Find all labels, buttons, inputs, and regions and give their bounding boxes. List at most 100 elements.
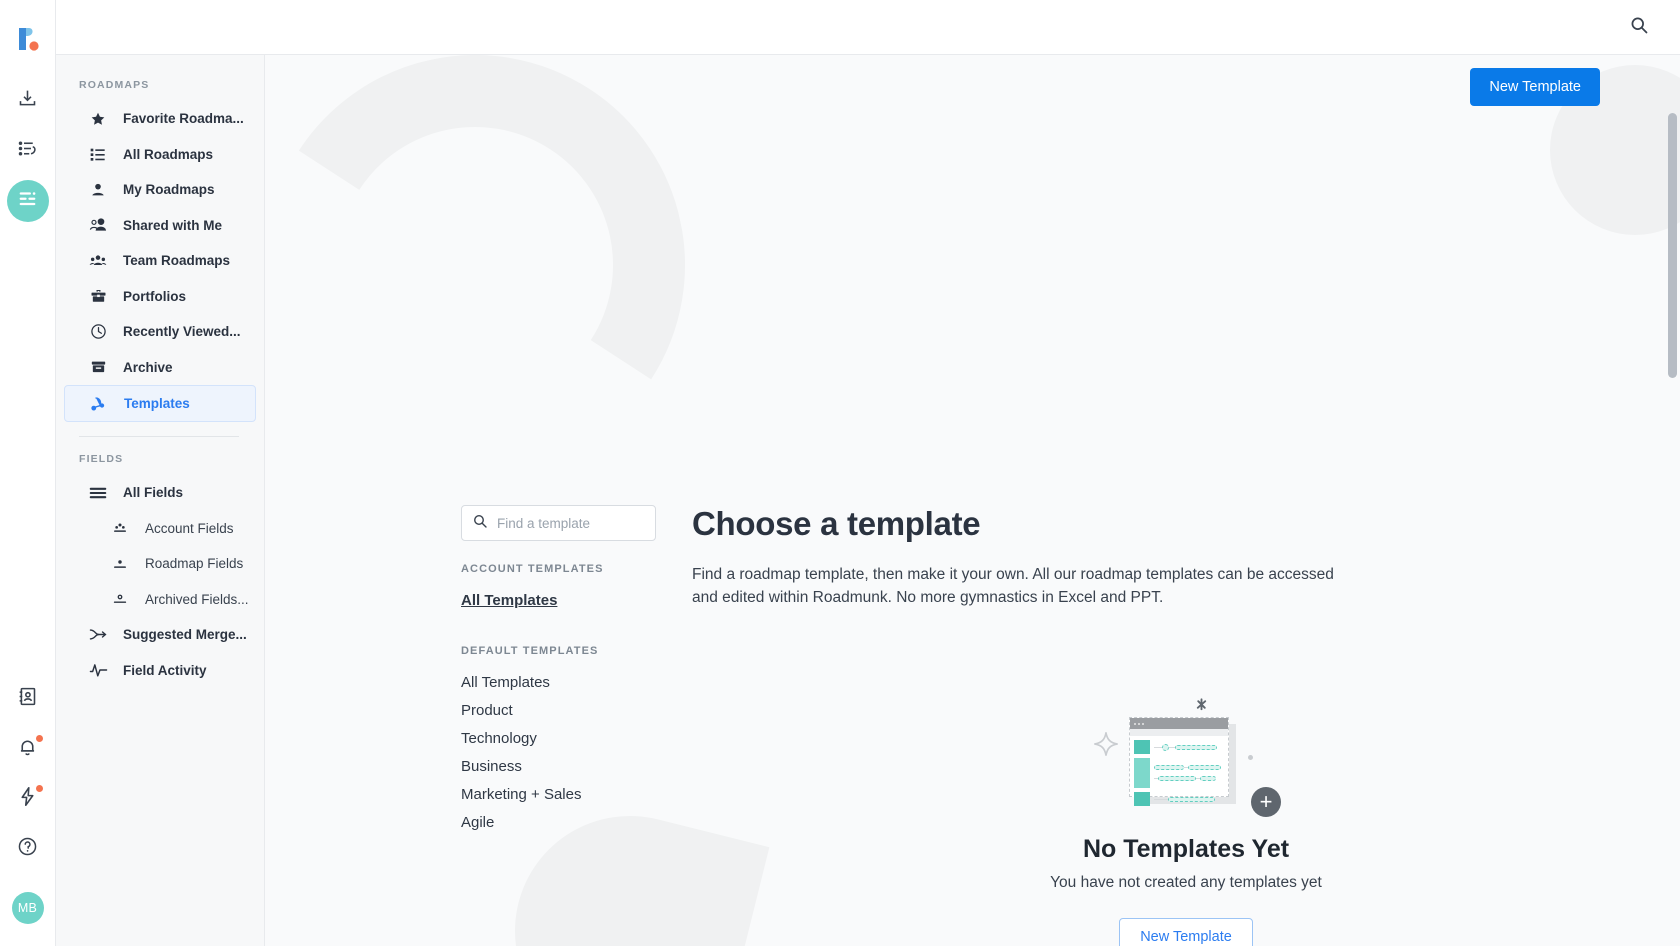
templates-content: ACCOUNT TEMPLATES All Templates DEFAULT … [265,475,1680,946]
illustration-pill [1162,743,1169,751]
sidebar-item-label: Suggested Merge... [123,627,247,643]
sidebar-item-recently-viewed[interactable]: Recently Viewed... [64,314,256,350]
illustration-line [1154,798,1168,800]
illustration-pill [1175,744,1217,750]
sparkle-star-icon [1093,731,1119,762]
sidebar-item-label: Team Roadmaps [123,253,231,269]
roadmunk-logo-icon[interactable] [13,24,43,54]
illustration-swatch [1134,740,1150,754]
sidebar-item-all-roadmaps[interactable]: All Roadmaps [64,137,256,173]
sidebar-item-label: Recently Viewed... [123,324,241,340]
all-fields-lines-icon [87,484,109,502]
main-scrollbar-thumb[interactable] [1668,113,1677,378]
sidebar-item-label: Roadmap Fields [145,556,244,572]
sidebar-item-shared-with-me[interactable]: Shared with Me [64,208,256,244]
sidebar-item-suggested-merges[interactable]: Suggested Merge... [64,617,256,653]
default-template-business[interactable]: Business [461,753,691,781]
empty-state-heading: No Templates Yet [1082,835,1290,863]
sidebar-item-account-fields[interactable]: Account Fields [64,511,256,547]
illustration-pill [1158,776,1196,781]
avatar[interactable]: MB [11,892,44,924]
category-gap [461,615,691,645]
account-templates-heading: ACCOUNT TEMPLATES [461,563,604,575]
sidebar-item-label: Account Fields [145,520,234,536]
page-description: Find a roadmap template, then make it yo… [692,566,1334,606]
sidebar-item-archive[interactable]: Archive [64,350,256,386]
default-template-technology[interactable]: Technology [461,725,691,753]
sidebar-nav: ROADMAPS Favorite Roadma... All Roadmaps [56,55,265,946]
sidebar-item-label: All Fields [123,485,184,501]
search-icon [472,513,488,534]
rail-item-import[interactable] [7,80,49,122]
illustration-pill [1200,776,1216,781]
roadmap-fields-icon [109,555,131,573]
default-template-all-templates[interactable]: All Templates [461,669,691,697]
whats-new-badge-dot [35,785,43,792]
rail-item-roadmaps[interactable] [6,180,49,222]
search-template-box[interactable] [461,505,656,541]
activity-pulse-icon [87,661,109,679]
default-template-product[interactable]: Product [461,697,691,725]
illustration-row [1134,740,1228,754]
sidebar-item-templates[interactable]: Templates [64,385,256,422]
sidebar-item-label: Archived Fields... [145,591,249,607]
empty-state-new-template-button[interactable]: New Template [1119,918,1253,946]
rail-item-feedback[interactable] [7,130,49,172]
sparkle-small-icon [1194,697,1209,717]
sidebar-item-label: Portfolios [123,288,186,304]
rail-item-whats-new[interactable] [7,778,49,820]
account-template-all[interactable]: All Templates [461,587,691,615]
main-scrollbar-track[interactable] [1668,113,1677,946]
default-template-agile[interactable]: Agile [461,809,691,837]
team-icon [87,252,109,270]
page-title: Choose a template [692,505,981,542]
import-icon [17,88,38,114]
illustration-pill [1188,765,1221,770]
left-icon-rail: MB [0,0,56,946]
decorative-dot [1248,755,1253,760]
sidebar-item-field-activity[interactable]: Field Activity [64,653,256,689]
search-input[interactable] [497,515,647,531]
sidebar-item-roadmap-fields[interactable]: Roadmap Fields [64,546,256,582]
feedback-list-icon [17,138,38,164]
sidebar-item-archived-fields[interactable]: Archived Fields... [64,582,256,618]
illustration-row [1134,792,1228,806]
sidebar-item-portfolios[interactable]: Portfolios [64,279,256,315]
app-root: MB ROADMAPS Favorite Roadma... All Roadm… [0,0,1680,946]
sidebar-item-team-roadmaps[interactable]: Team Roadmaps [64,243,256,279]
sidebar-item-label: Archive [123,359,173,375]
sidebar-section-fields-title: FIELDS [79,453,124,465]
illustration-window-toolbar [1130,729,1228,736]
decorative-arc [265,55,724,514]
merge-arrow-icon [87,626,109,644]
sidebar-item-label: My Roadmaps [123,182,215,198]
person-icon [87,181,109,199]
sidebar-item-all-fields[interactable]: All Fields [64,475,256,511]
sidebar-divider [79,436,239,437]
new-template-button[interactable]: New Template [1470,68,1600,106]
templates-node-icon [88,395,110,413]
roadmaps-icon [17,188,38,214]
default-template-marketing-sales[interactable]: Marketing + Sales [461,781,691,809]
illustration-window [1129,717,1229,806]
template-detail-panel: Choose a template Find a roadmap templat… [691,505,1680,946]
default-templates-heading: DEFAULT TEMPLATES [461,645,599,657]
search-icon [1629,15,1649,40]
rail-item-help[interactable] [7,828,49,870]
list-icon [87,145,109,163]
rail-item-notifications[interactable] [7,728,49,770]
sidebar-item-label: Favorite Roadma... [123,111,244,127]
sidebar-item-favorite-roadmaps[interactable]: Favorite Roadma... [64,101,256,137]
add-template-plus-button[interactable]: + [1251,787,1281,817]
briefcase-icon [87,287,109,305]
sidebar-item-label: Field Activity [123,662,207,678]
whats-new-bolt-icon [17,786,38,812]
illustration-row [1134,758,1228,788]
sidebar-item-my-roadmaps[interactable]: My Roadmaps [64,172,256,208]
empty-state-subtext: You have not created any templates yet [1050,874,1322,891]
sidebar-item-label: Shared with Me [123,217,223,233]
archived-fields-icon [109,590,131,608]
global-search-button[interactable] [1626,14,1652,40]
rail-item-contacts[interactable] [7,678,49,720]
illustration-swatch [1134,792,1150,806]
